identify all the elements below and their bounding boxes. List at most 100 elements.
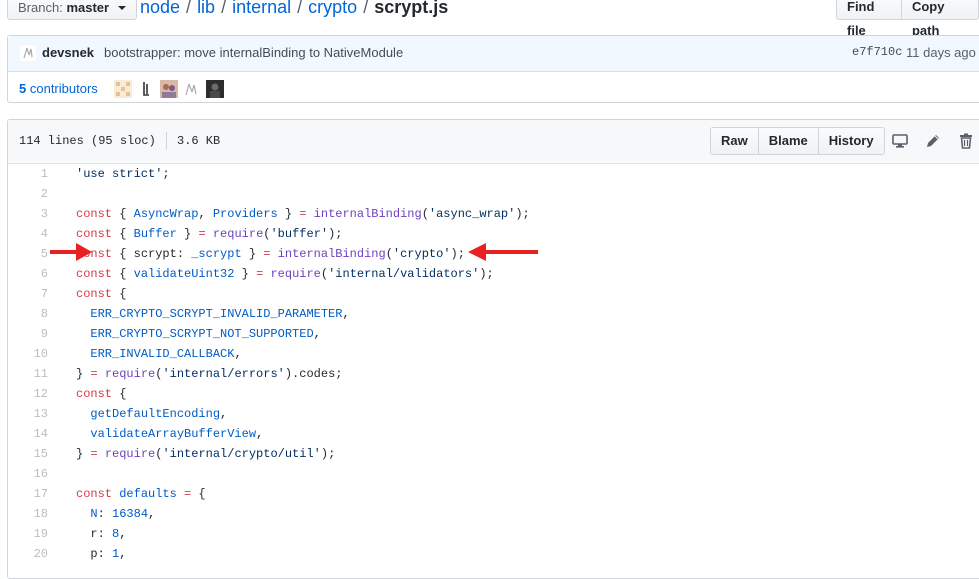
code-token: {: [112, 287, 127, 301]
line-number[interactable]: 8: [8, 304, 48, 324]
line-number[interactable]: 11: [8, 364, 48, 384]
code-line: 7 const {: [8, 284, 979, 304]
code-token: );: [515, 207, 530, 221]
code-token: 'async_wrap': [428, 207, 516, 221]
code-line: 3 const { AsyncWrap, Providers } = intern…: [8, 204, 979, 224]
line-code: getDefaultEncoding,: [76, 404, 227, 424]
desktop-icon[interactable]: [891, 132, 909, 150]
file-size: 3.6 KB: [177, 134, 221, 148]
code-token: }: [76, 367, 91, 381]
breadcrumb-internal[interactable]: internal: [232, 0, 291, 17]
contributor-avatar[interactable]: [206, 80, 224, 98]
line-number[interactable]: 4: [8, 224, 48, 244]
contributor-avatar[interactable]: [160, 80, 178, 98]
code-token: const: [76, 227, 113, 241]
branch-select-button[interactable]: Branch: master: [7, 0, 137, 20]
code-token: {: [112, 387, 127, 401]
history-button[interactable]: History: [818, 127, 885, 155]
code-token: ,: [119, 527, 127, 541]
branch-label: Branch:: [18, 0, 63, 15]
code-token: (: [385, 247, 393, 261]
code-token: const: [76, 387, 113, 401]
breadcrumb-lib[interactable]: lib: [197, 0, 215, 17]
code-token: 'use strict': [76, 167, 163, 181]
trash-icon[interactable]: [957, 132, 975, 150]
commit-sha[interactable]: e7f710c: [852, 45, 902, 59]
code-token: ,: [313, 327, 321, 341]
code-token: =: [90, 447, 98, 461]
contributor-avatar[interactable]: [182, 80, 200, 98]
line-code: const defaults = {: [76, 484, 206, 504]
code-token: );: [450, 247, 465, 261]
caret-down-icon: [117, 6, 126, 10]
line-number[interactable]: 16: [8, 464, 48, 484]
code-token: internalBinding: [313, 207, 422, 221]
code-line: 18 N: 16384,: [8, 504, 979, 524]
code-token: (: [421, 207, 429, 221]
code-token: Buffer: [133, 227, 177, 241]
line-number[interactable]: 12: [8, 384, 48, 404]
code-token: =: [198, 227, 206, 241]
line-number[interactable]: 1: [8, 164, 48, 184]
line-number[interactable]: 15: [8, 444, 48, 464]
line-number[interactable]: 3: [8, 204, 48, 224]
code-token: }: [241, 247, 264, 261]
breadcrumb-separator: /: [297, 0, 303, 17]
commit-date: 11 days ago: [906, 45, 976, 60]
commit-author[interactable]: devsnek: [42, 45, 94, 60]
line-number[interactable]: 2: [8, 184, 48, 204]
code-token: const: [76, 207, 113, 221]
line-number[interactable]: 17: [8, 484, 48, 504]
code-token: { scrypt:: [112, 247, 192, 261]
find-file-button[interactable]: Find file: [836, 0, 902, 38]
code-line: 11} = require('internal/errors').codes;: [8, 364, 979, 384]
code-token: );: [320, 447, 336, 461]
code-view: 1 'use strict'; 2 3 const { AsyncWrap, Provi…: [8, 164, 979, 564]
line-number[interactable]: 19: [8, 524, 48, 544]
code-token: ,: [220, 407, 228, 421]
line-code: const { AsyncWrap, Providers } = interna…: [76, 204, 530, 224]
code-token: );: [479, 267, 494, 281]
line-number[interactable]: 18: [8, 504, 48, 524]
code-token: const: [76, 267, 113, 281]
code-token: :: [97, 507, 113, 521]
breadcrumb-node[interactable]: node: [140, 0, 180, 17]
commit-message[interactable]: bootstrapper: move internalBinding to Na…: [104, 45, 403, 60]
code-token: ,: [198, 207, 213, 221]
line-code: const { validateUint32 } = require('inte…: [76, 264, 494, 284]
copy-path-button[interactable]: Copy path: [901, 0, 979, 38]
contributor-avatar[interactable]: [138, 80, 156, 98]
breadcrumb-crypto[interactable]: crypto: [308, 0, 357, 17]
code-token: require: [104, 367, 156, 381]
line-number[interactable]: 7: [8, 284, 48, 304]
code-line: 8 ERR_CRYPTO_SCRYPT_INVALID_PARAMETER,: [8, 304, 979, 324]
line-number[interactable]: 6: [8, 264, 48, 284]
code-line: 20 p: 1,: [8, 544, 979, 564]
contributor-avatar[interactable]: [114, 80, 132, 98]
line-number[interactable]: 10: [8, 344, 48, 364]
raw-button[interactable]: Raw: [710, 127, 759, 155]
code-token: ,: [234, 347, 242, 361]
line-number[interactable]: 5: [8, 244, 48, 264]
contributors-link[interactable]: 5 contributors: [19, 81, 98, 96]
code-token: internalBinding: [277, 247, 386, 261]
code-token: validateUint32: [133, 267, 235, 281]
blame-button[interactable]: Blame: [758, 127, 819, 155]
line-number[interactable]: 14: [8, 424, 48, 444]
code-token: (: [320, 267, 329, 281]
breadcrumb-file: scrypt.js: [374, 0, 449, 17]
line-number[interactable]: 13: [8, 404, 48, 424]
code-line: 19 r: 8,: [8, 524, 979, 544]
contributors-count: 5: [19, 81, 27, 96]
line-number[interactable]: 20: [8, 544, 48, 564]
breadcrumb-separator: /: [363, 0, 369, 17]
line-number[interactable]: 9: [8, 324, 48, 344]
pencil-icon[interactable]: [924, 132, 942, 150]
author-avatar[interactable]: [20, 45, 36, 61]
code-token: getDefaultEncoding: [90, 407, 221, 421]
code-token: 'internal/validators': [328, 267, 480, 281]
